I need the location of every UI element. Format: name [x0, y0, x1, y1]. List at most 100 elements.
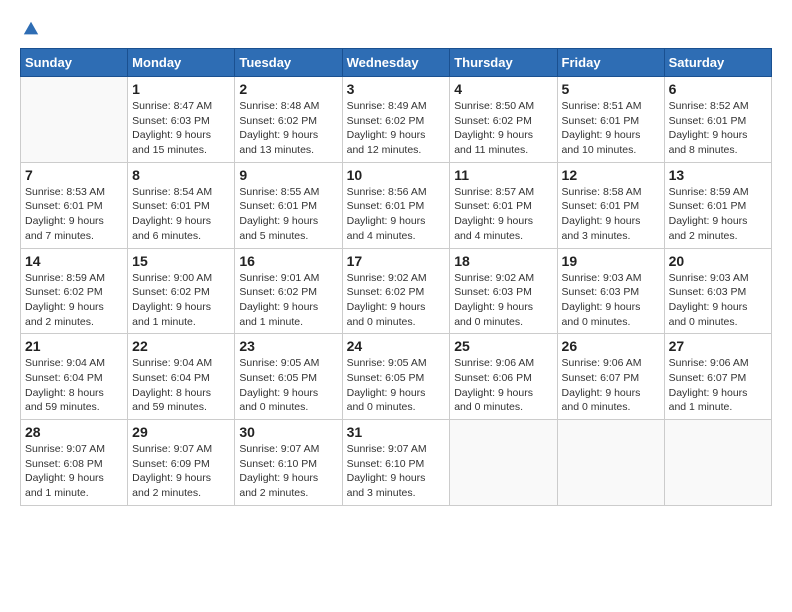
calendar-cell: 16 Sunrise: 9:01 AMSunset: 6:02 PMDayligh… — [235, 248, 342, 334]
calendar-cell: 4 Sunrise: 8:50 AMSunset: 6:02 PMDaylight… — [450, 77, 557, 163]
day-header-tuesday: Tuesday — [235, 49, 342, 77]
day-number: 7 — [25, 167, 123, 183]
day-header-wednesday: Wednesday — [342, 49, 450, 77]
calendar-cell: 26 Sunrise: 9:06 AMSunset: 6:07 PMDayligh… — [557, 334, 664, 420]
day-number: 1 — [132, 81, 230, 97]
day-number: 2 — [239, 81, 337, 97]
calendar-table: SundayMondayTuesdayWednesdayThursdayFrid… — [20, 48, 772, 506]
calendar-cell: 11 Sunrise: 8:57 AMSunset: 6:01 PMDayligh… — [450, 162, 557, 248]
calendar-cell: 10 Sunrise: 8:56 AMSunset: 6:01 PMDayligh… — [342, 162, 450, 248]
page-header — [20, 20, 772, 38]
day-number: 12 — [562, 167, 660, 183]
day-number: 28 — [25, 424, 123, 440]
calendar-cell: 29 Sunrise: 9:07 AMSunset: 6:09 PMDayligh… — [128, 420, 235, 506]
day-number: 22 — [132, 338, 230, 354]
calendar-cell: 24 Sunrise: 9:05 AMSunset: 6:05 PMDayligh… — [342, 334, 450, 420]
logo-icon — [22, 20, 40, 38]
day-info: Sunrise: 9:01 AMSunset: 6:02 PMDaylight:… — [239, 271, 337, 330]
day-number: 5 — [562, 81, 660, 97]
day-number: 4 — [454, 81, 552, 97]
day-number: 24 — [347, 338, 446, 354]
calendar-cell: 6 Sunrise: 8:52 AMSunset: 6:01 PMDaylight… — [664, 77, 771, 163]
calendar-cell: 20 Sunrise: 9:03 AMSunset: 6:03 PMDayligh… — [664, 248, 771, 334]
day-number: 10 — [347, 167, 446, 183]
calendar-cell: 14 Sunrise: 8:59 AMSunset: 6:02 PMDayligh… — [21, 248, 128, 334]
calendar-cell: 21 Sunrise: 9:04 AMSunset: 6:04 PMDayligh… — [21, 334, 128, 420]
calendar-cell: 27 Sunrise: 9:06 AMSunset: 6:07 PMDayligh… — [664, 334, 771, 420]
calendar-cell: 22Sunrise: 9:04 AMSunset: 6:04 PMDayligh… — [128, 334, 235, 420]
calendar-cell: 15 Sunrise: 9:00 AMSunset: 6:02 PMDayligh… — [128, 248, 235, 334]
calendar-cell: 2 Sunrise: 8:48 AMSunset: 6:02 PMDaylight… — [235, 77, 342, 163]
day-number: 31 — [347, 424, 446, 440]
day-number: 11 — [454, 167, 552, 183]
day-info: Sunrise: 8:53 AMSunset: 6:01 PMDaylight:… — [25, 185, 123, 244]
day-info: Sunrise: 9:06 AMSunset: 6:06 PMDaylight:… — [454, 356, 552, 415]
day-info: Sunrise: 9:06 AMSunset: 6:07 PMDaylight:… — [669, 356, 767, 415]
day-info: Sunrise: 8:57 AMSunset: 6:01 PMDaylight:… — [454, 185, 552, 244]
day-header-sunday: Sunday — [21, 49, 128, 77]
day-info: Sunrise: 9:05 AMSunset: 6:05 PMDaylight:… — [239, 356, 337, 415]
calendar-cell: 17 Sunrise: 9:02 AMSunset: 6:02 PMDayligh… — [342, 248, 450, 334]
calendar-header: SundayMondayTuesdayWednesdayThursdayFrid… — [21, 49, 772, 77]
calendar-cell — [450, 420, 557, 506]
day-number: 17 — [347, 253, 446, 269]
day-number: 20 — [669, 253, 767, 269]
calendar-cell: 25 Sunrise: 9:06 AMSunset: 6:06 PMDayligh… — [450, 334, 557, 420]
day-info: Sunrise: 9:07 AMSunset: 6:09 PMDaylight:… — [132, 442, 230, 501]
day-number: 26 — [562, 338, 660, 354]
calendar-cell: 9Sunrise: 8:55 AMSunset: 6:01 PMDaylight… — [235, 162, 342, 248]
day-info: Sunrise: 8:48 AMSunset: 6:02 PMDaylight:… — [239, 99, 337, 158]
calendar-cell: 5 Sunrise: 8:51 AMSunset: 6:01 PMDaylight… — [557, 77, 664, 163]
day-info: Sunrise: 9:00 AMSunset: 6:02 PMDaylight:… — [132, 271, 230, 330]
day-number: 14 — [25, 253, 123, 269]
calendar-cell: 18 Sunrise: 9:02 AMSunset: 6:03 PMDayligh… — [450, 248, 557, 334]
day-number: 8 — [132, 167, 230, 183]
day-header-friday: Friday — [557, 49, 664, 77]
calendar-cell: 19Sunrise: 9:03 AMSunset: 6:03 PMDayligh… — [557, 248, 664, 334]
calendar-cell: 8 Sunrise: 8:54 AMSunset: 6:01 PMDaylight… — [128, 162, 235, 248]
day-info: Sunrise: 8:59 AMSunset: 6:02 PMDaylight:… — [25, 271, 123, 330]
day-info: Sunrise: 8:54 AMSunset: 6:01 PMDaylight:… — [132, 185, 230, 244]
day-info: Sunrise: 9:07 AMSunset: 6:10 PMDaylight:… — [239, 442, 337, 501]
day-number: 30 — [239, 424, 337, 440]
day-number: 6 — [669, 81, 767, 97]
day-number: 3 — [347, 81, 446, 97]
calendar-cell: 23 Sunrise: 9:05 AMSunset: 6:05 PMDayligh… — [235, 334, 342, 420]
day-info: Sunrise: 8:51 AMSunset: 6:01 PMDaylight:… — [562, 99, 660, 158]
day-info: Sunrise: 9:02 AMSunset: 6:03 PMDaylight:… — [454, 271, 552, 330]
calendar-cell — [664, 420, 771, 506]
calendar-cell: 12 Sunrise: 8:58 AMSunset: 6:01 PMDayligh… — [557, 162, 664, 248]
day-number: 23 — [239, 338, 337, 354]
day-info: Sunrise: 8:58 AMSunset: 6:01 PMDaylight:… — [562, 185, 660, 244]
day-number: 25 — [454, 338, 552, 354]
day-info: Sunrise: 9:03 AMSunset: 6:03 PMDaylight:… — [669, 271, 767, 330]
day-info: Sunrise: 8:59 AMSunset: 6:01 PMDaylight:… — [669, 185, 767, 244]
day-info: Sunrise: 9:06 AMSunset: 6:07 PMDaylight:… — [562, 356, 660, 415]
day-info: Sunrise: 8:49 AMSunset: 6:02 PMDaylight:… — [347, 99, 446, 158]
day-info: Sunrise: 8:56 AMSunset: 6:01 PMDaylight:… — [347, 185, 446, 244]
day-info: Sunrise: 8:52 AMSunset: 6:01 PMDaylight:… — [669, 99, 767, 158]
calendar-cell: 1Sunrise: 8:47 AMSunset: 6:03 PMDaylight… — [128, 77, 235, 163]
day-number: 9 — [239, 167, 337, 183]
day-info: Sunrise: 9:04 AMSunset: 6:04 PMDaylight:… — [25, 356, 123, 415]
day-header-thursday: Thursday — [450, 49, 557, 77]
day-number: 29 — [132, 424, 230, 440]
day-header-saturday: Saturday — [664, 49, 771, 77]
day-header-monday: Monday — [128, 49, 235, 77]
day-number: 18 — [454, 253, 552, 269]
calendar-cell: 31Sunrise: 9:07 AMSunset: 6:10 PMDayligh… — [342, 420, 450, 506]
day-number: 13 — [669, 167, 767, 183]
day-number: 15 — [132, 253, 230, 269]
day-info: Sunrise: 9:02 AMSunset: 6:02 PMDaylight:… — [347, 271, 446, 330]
day-number: 21 — [25, 338, 123, 354]
day-number: 16 — [239, 253, 337, 269]
calendar-cell — [557, 420, 664, 506]
day-info: Sunrise: 8:50 AMSunset: 6:02 PMDaylight:… — [454, 99, 552, 158]
calendar-cell: 13 Sunrise: 8:59 AMSunset: 6:01 PMDayligh… — [664, 162, 771, 248]
day-number: 27 — [669, 338, 767, 354]
day-info: Sunrise: 9:05 AMSunset: 6:05 PMDaylight:… — [347, 356, 446, 415]
day-info: Sunrise: 9:07 AMSunset: 6:08 PMDaylight:… — [25, 442, 123, 501]
calendar-cell: 28 Sunrise: 9:07 AMSunset: 6:08 PMDayligh… — [21, 420, 128, 506]
calendar-cell: 30 Sunrise: 9:07 AMSunset: 6:10 PMDayligh… — [235, 420, 342, 506]
calendar-cell — [21, 77, 128, 163]
